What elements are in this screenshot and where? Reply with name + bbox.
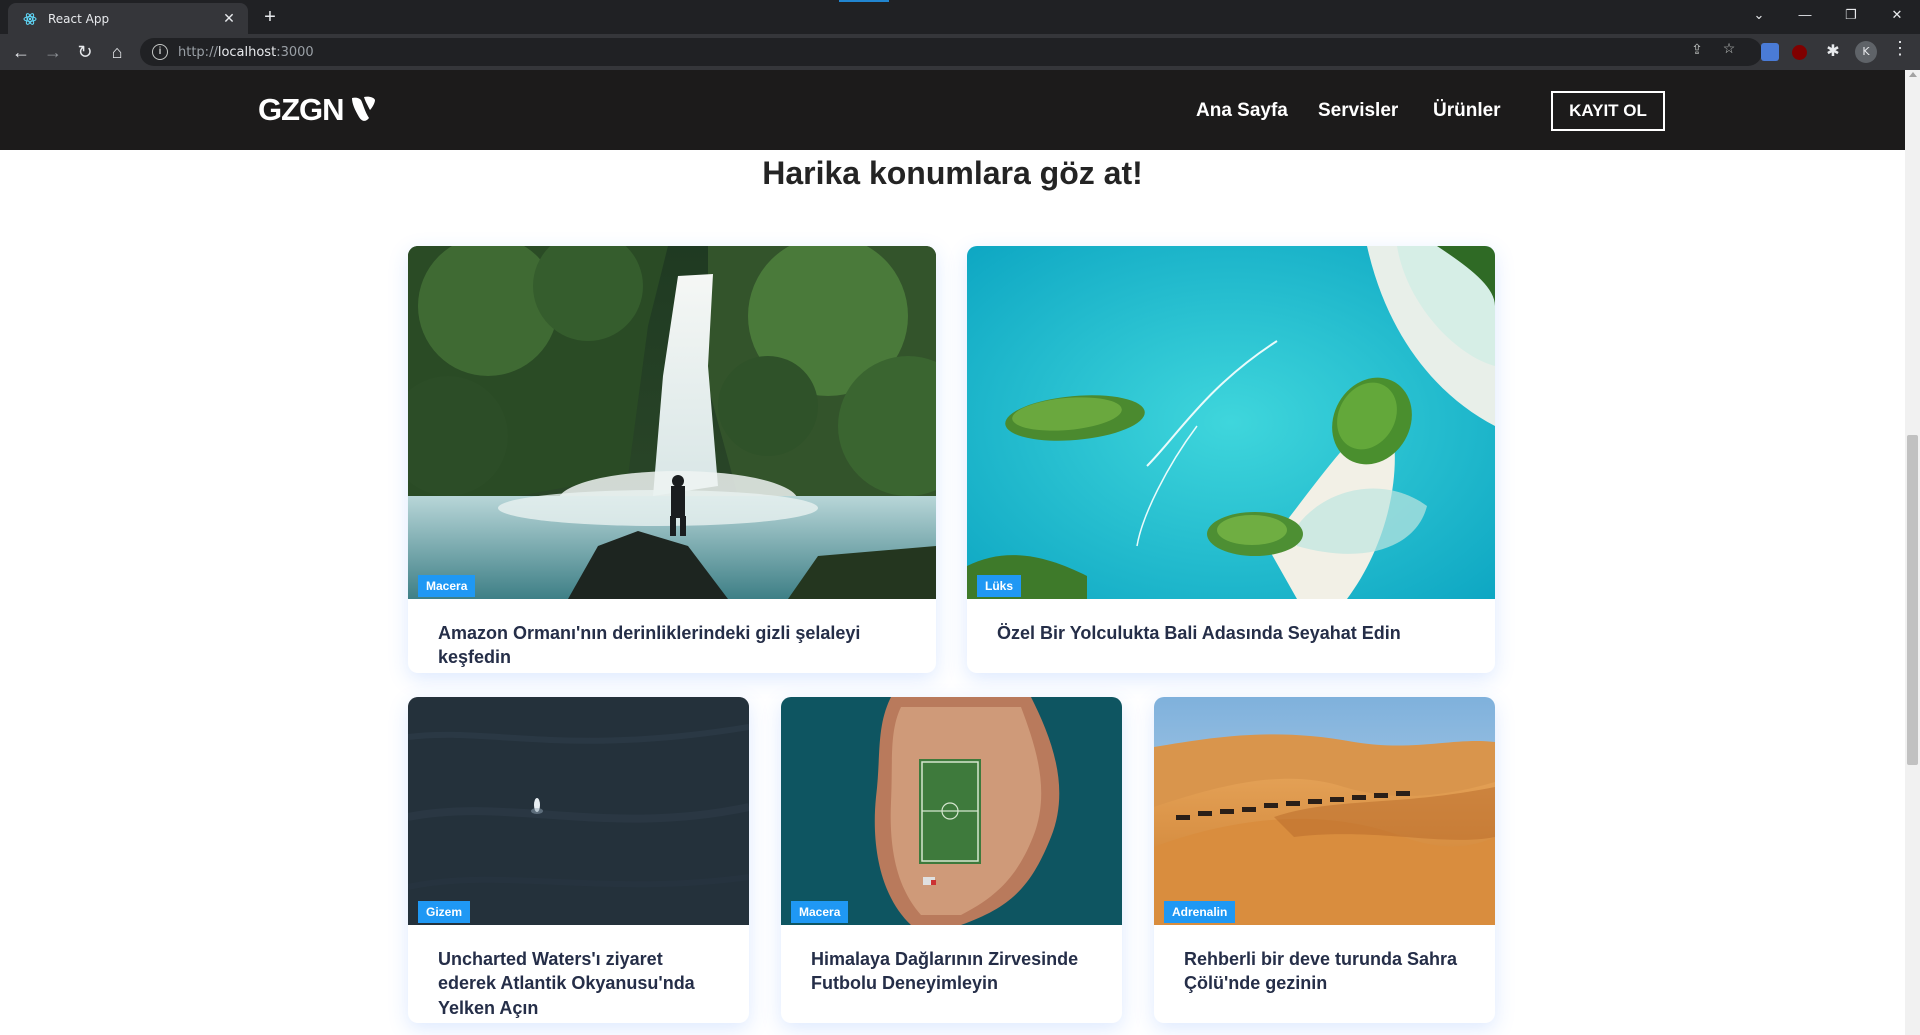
bookmark-star-icon[interactable]: ☆ [1719,40,1739,57]
home-icon[interactable]: ⌂ [104,39,130,65]
scroll-up-arrow-icon[interactable] [1909,72,1917,77]
back-icon[interactable]: ← [8,39,34,65]
waterfall-image: Macera [408,246,936,599]
close-window-icon[interactable]: ✕ [1874,0,1920,30]
translate-extension-icon[interactable] [1761,43,1779,61]
signup-button[interactable]: KAYIT OL [1551,91,1665,131]
card-waterfall[interactable]: Macera Amazon Ormanı'nın derinliklerinde… [408,246,936,673]
nav-link-ana-sayfa[interactable]: Ana Sayfa [1196,100,1288,122]
page-viewport: GZGN Ana Sayfa Servisler Ürünler KAYIT O… [0,70,1905,1035]
minimize-icon[interactable]: — [1782,0,1828,30]
card-title: Özel Bir Yolculukta Bali Adasında Seyaha… [997,623,1401,643]
dark-ocean-boat-image: Gizem [408,697,749,925]
category-badge: Gizem [418,901,471,923]
card-bali[interactable]: Lüks Özel Bir Yolculukta Bali Adasında S… [967,246,1495,673]
logo-text: GZGN [258,92,345,127]
site-navbar: GZGN Ana Sayfa Servisler Ürünler KAYIT O… [0,70,1905,150]
card-title: Uncharted Waters'ı ziyaret ederek Atlant… [438,949,695,1018]
browser-tab-strip: React App ✕ + ⌄ — ❐ ✕ [0,0,1920,34]
new-tab-icon[interactable]: + [258,5,282,29]
forward-icon[interactable]: → [40,39,66,65]
tropical-island-aerial-image: Lüks [967,246,1495,599]
address-bar[interactable]: i http://localhost:3000 [140,38,1762,66]
url-text: http://localhost:3000 [178,44,314,60]
card-title: Rehberli bir deve turunda Sahra Çölü'nde… [1184,949,1458,994]
site-logo[interactable]: GZGN [258,92,376,128]
card-sahara[interactable]: Adrenalin Rehberli bir deve turunda Sahr… [1154,697,1495,1023]
reload-icon[interactable]: ↻ [72,39,98,65]
page-scrollbar[interactable] [1905,70,1920,1035]
card-title: Himalaya Dağlarının Zirvesinde Futbolu D… [811,949,1079,994]
category-badge: Macera [418,575,476,597]
site-info-icon[interactable]: i [152,44,168,60]
card-atlantic[interactable]: Gizem Uncharted Waters'ı ziyaret ederek … [408,697,749,1023]
scrollbar-thumb[interactable] [1907,435,1918,765]
island-football-field-image: Macera [781,697,1122,925]
profile-avatar[interactable]: K [1855,41,1877,63]
section-heading: Harika konumlara göz at! [762,155,1143,191]
nav-link-servisler[interactable]: Servisler [1318,100,1398,122]
share-icon[interactable]: ⇪ [1687,41,1707,58]
extensions-puzzle-icon[interactable]: ✱ [1823,41,1843,61]
tab-search-icon[interactable]: ⌄ [1736,0,1782,30]
category-badge: Adrenalin [1164,901,1236,923]
typo3-logo-icon [351,96,375,121]
browser-toolbar: ← → ↻ ⌂ i http://localhost:3000 ⇪ ☆ [0,34,1920,70]
category-badge: Macera [791,901,849,923]
ublock-extension-icon[interactable] [1792,45,1807,60]
browser-menu-icon[interactable]: ⋮ [1890,38,1910,59]
restore-icon[interactable]: ❐ [1828,0,1874,30]
browser-tab[interactable]: React App ✕ [8,3,248,34]
desert-camel-caravan-image: Adrenalin [1154,697,1495,925]
card-title: Amazon Ormanı'nın derinliklerindeki gizl… [438,623,861,668]
tab-strip-accent [839,0,889,2]
card-himalaya[interactable]: Macera Himalaya Dağlarının Zirvesinde Fu… [781,697,1122,1023]
category-badge: Lüks [977,575,1022,597]
react-favicon-icon [22,11,38,27]
tab-title: React App [48,11,110,26]
nav-link-urunler[interactable]: Ürünler [1433,100,1501,122]
tab-close-icon[interactable]: ✕ [220,10,238,27]
